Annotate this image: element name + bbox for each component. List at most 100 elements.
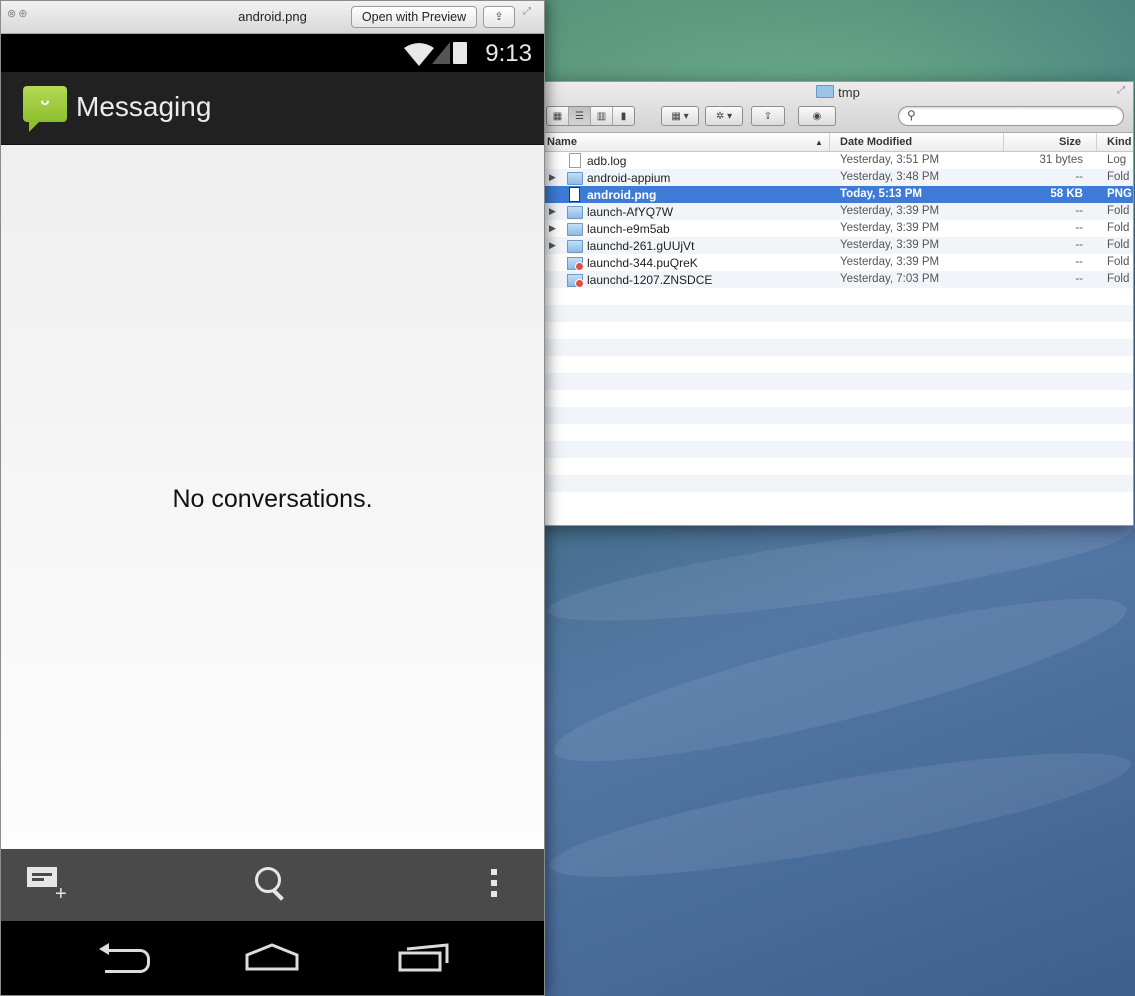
disclosure-triangle-icon[interactable]: ▶ — [549, 206, 556, 217]
action-gear-button[interactable]: ✲ ▾ — [705, 106, 743, 126]
file-row[interactable]: ▶ launchd-261.gUUjVt Yesterday, 3:39 PM -- F… — [543, 237, 1133, 254]
document-icon — [569, 153, 581, 168]
file-date: Today, 5:13 PM — [840, 188, 923, 200]
file-kind: Fold — [1107, 171, 1130, 183]
icon-view-button[interactable]: ▦ — [547, 107, 569, 125]
file-row[interactable]: ▶ launch-e9m5ab Yesterday, 3:39 PM -- Fold — [543, 220, 1133, 237]
finder-titlebar[interactable]: tmp ⤢ ▦ ☰ ▥ ▮ ▦ ▾ ✲ ▾ ⇪ ◉ ⚲ — [543, 82, 1133, 133]
finder-window: tmp ⤢ ▦ ☰ ▥ ▮ ▦ ▾ ✲ ▾ ⇪ ◉ ⚲ Name ▲ Date … — [542, 81, 1134, 526]
image-file-icon — [569, 187, 580, 202]
file-name: launchd-344.puQreK — [587, 256, 698, 270]
fullscreen-icon[interactable]: ⤢ — [1117, 85, 1125, 96]
socket-folder-icon — [567, 257, 584, 271]
file-row[interactable]: adb.log Yesterday, 3:51 PM 31 bytes Log — [543, 152, 1133, 169]
android-status-bar: 9:13 — [1, 34, 544, 72]
file-size: -- — [1075, 205, 1083, 217]
search-icon[interactable] — [253, 867, 293, 907]
file-row[interactable]: launchd-1207.ZNSDCE Yesterday, 7:03 PM -- F… — [543, 271, 1133, 288]
empty-row — [543, 458, 1133, 475]
empty-row — [543, 339, 1133, 356]
conversation-list: No conversations. — [1, 145, 544, 849]
disclosure-triangle-icon[interactable]: ▶ — [549, 172, 556, 183]
coverflow-view-button[interactable]: ▮ — [613, 107, 634, 125]
folder-icon — [567, 240, 583, 253]
file-size: -- — [1075, 171, 1083, 183]
file-name: launchd-1207.ZNSDCE — [587, 273, 713, 287]
file-size: 31 bytes — [1039, 154, 1083, 166]
file-name: android.png — [587, 188, 657, 202]
file-list: adb.log Yesterday, 3:51 PM 31 bytes Log ▶ and… — [543, 152, 1133, 509]
empty-row — [543, 407, 1133, 424]
file-date: Yesterday, 3:39 PM — [840, 205, 940, 217]
empty-row — [543, 424, 1133, 441]
quicklook-window: ⊗⊕ android.png Open with Preview ⇪ ⤢ 9:1… — [0, 0, 545, 996]
compose-icon[interactable]: + — [27, 867, 67, 905]
file-size: -- — [1075, 222, 1083, 234]
list-view-button[interactable]: ☰ — [569, 107, 591, 125]
finder-title-text: tmp — [838, 85, 860, 100]
disclosure-triangle-icon[interactable]: ▶ — [549, 223, 556, 234]
empty-row — [543, 373, 1133, 390]
file-row[interactable]: launchd-344.puQreK Yesterday, 3:39 PM -- Fo… — [543, 254, 1133, 271]
android-navigation-bar — [1, 921, 544, 995]
recent-apps-icon[interactable] — [397, 943, 451, 973]
view-switcher: ▦ ☰ ▥ ▮ — [546, 106, 635, 126]
column-size-header[interactable]: Size — [1059, 136, 1081, 148]
file-date: Yesterday, 7:03 PM — [840, 273, 940, 285]
empty-row — [543, 441, 1133, 458]
empty-state-message: No conversations. — [172, 485, 373, 513]
file-name: launchd-261.gUUjVt — [587, 239, 695, 253]
fullscreen-icon[interactable]: ⤢ — [523, 6, 531, 17]
file-date: Yesterday, 3:39 PM — [840, 222, 940, 234]
file-size: -- — [1075, 239, 1083, 251]
column-kind-header[interactable]: Kind — [1107, 136, 1131, 148]
arrange-button[interactable]: ▦ ▾ — [661, 106, 699, 126]
file-kind: Fold — [1107, 222, 1130, 234]
share-icon[interactable]: ⇪ — [483, 6, 515, 28]
file-name: adb.log — [587, 154, 627, 168]
file-row[interactable]: android.png Today, 5:13 PM 58 KB PNG — [543, 186, 1133, 203]
search-input[interactable]: ⚲ — [898, 106, 1124, 126]
folder-icon — [567, 223, 583, 236]
folder-icon — [567, 206, 583, 219]
file-kind: PNG — [1107, 188, 1132, 200]
file-size: -- — [1075, 273, 1083, 285]
open-with-preview-button[interactable]: Open with Preview — [351, 6, 477, 28]
share-button[interactable]: ⇪ — [751, 106, 785, 126]
messaging-app-icon[interactable]: ᵕ — [23, 86, 67, 132]
empty-row — [543, 288, 1133, 305]
android-action-bar: ᵕ Messaging — [1, 72, 544, 145]
disclosure-triangle-icon[interactable]: ▶ — [549, 240, 556, 251]
file-kind: Fold — [1107, 273, 1130, 285]
file-row[interactable]: ▶ android-appium Yesterday, 3:48 PM -- Fold — [543, 169, 1133, 186]
quicklook-titlebar: ⊗⊕ android.png Open with Preview ⇪ ⤢ — [1, 1, 544, 34]
file-kind: Fold — [1107, 256, 1130, 268]
empty-row — [543, 305, 1133, 322]
empty-row — [543, 475, 1133, 492]
folder-icon — [816, 85, 835, 98]
empty-row — [543, 322, 1133, 339]
socket-folder-icon — [567, 274, 584, 288]
tags-button[interactable]: ◉ — [798, 106, 836, 126]
file-size: 58 KB — [1050, 188, 1083, 200]
back-icon[interactable] — [99, 943, 150, 973]
column-view-button[interactable]: ▥ — [591, 107, 613, 125]
file-date: Yesterday, 3:39 PM — [840, 256, 940, 268]
finder-title: tmp — [543, 85, 1133, 100]
column-date-header[interactable]: Date Modified — [840, 136, 912, 148]
android-bottom-action-bar: + — [1, 849, 544, 921]
wifi-icon — [404, 43, 434, 66]
file-row[interactable]: ▶ launch-AfYQ7W Yesterday, 3:39 PM -- Fold — [543, 203, 1133, 220]
overflow-menu-icon[interactable] — [491, 869, 499, 903]
column-header: Name ▲ Date Modified Size Kind — [543, 133, 1133, 152]
battery-charging-icon — [453, 42, 467, 64]
search-icon: ⚲ — [907, 108, 916, 122]
column-name-header[interactable]: Name — [547, 136, 577, 148]
signal-icon — [432, 42, 450, 64]
file-name: launch-e9m5ab — [587, 222, 670, 236]
sort-ascending-icon: ▲ — [815, 138, 823, 147]
empty-row — [543, 492, 1133, 509]
file-date: Yesterday, 3:39 PM — [840, 239, 940, 251]
app-title: Messaging — [76, 91, 212, 122]
home-icon[interactable] — [245, 943, 299, 971]
